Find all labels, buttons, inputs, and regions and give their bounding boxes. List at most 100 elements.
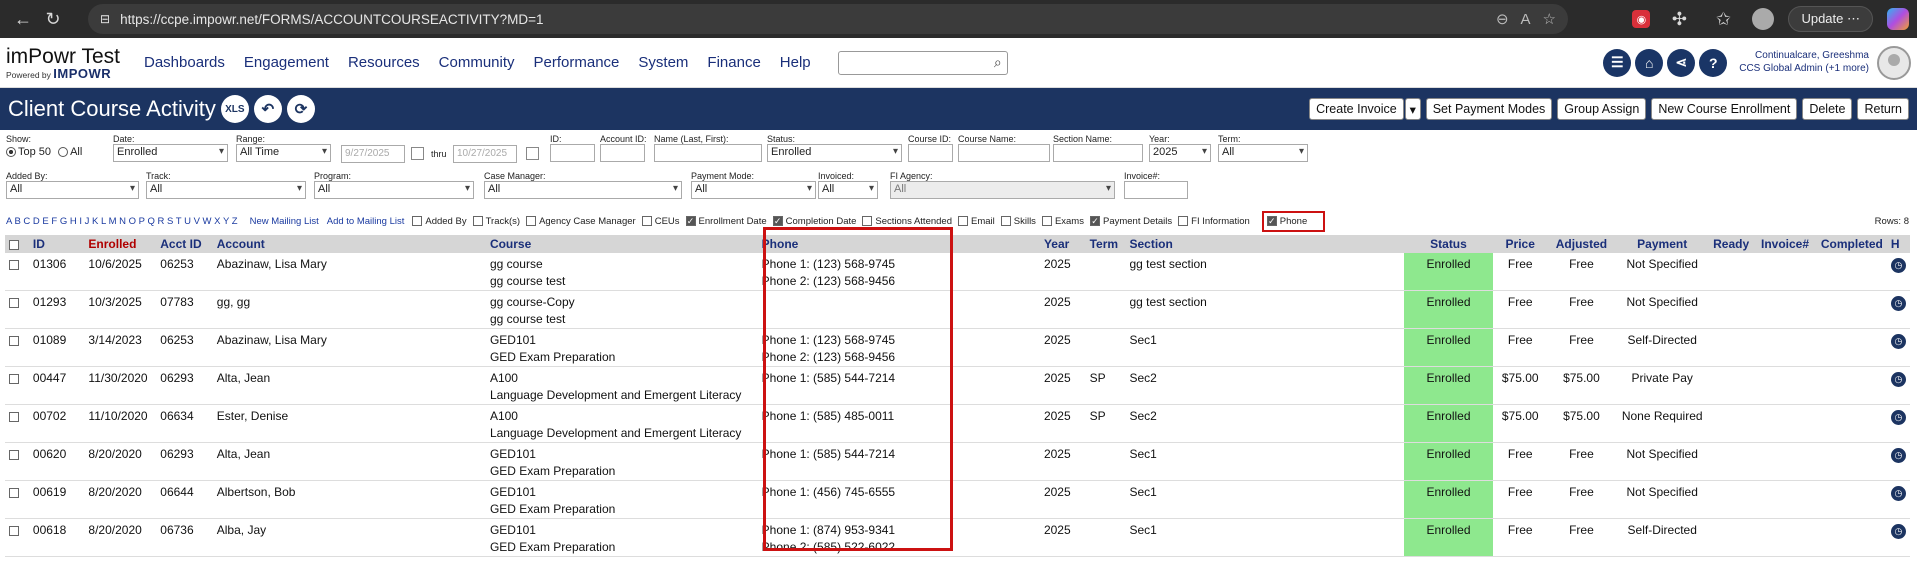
status-select[interactable]: Enrolled [767, 144, 902, 162]
fi-agency-select[interactable]: All [890, 181, 1115, 199]
cell-id[interactable]: 00447 [28, 366, 85, 405]
row-checkbox[interactable] [9, 525, 19, 536]
cell-course[interactable]: A100 Language Development and Emergent Li… [485, 366, 758, 405]
col-completed[interactable]: Completed [1816, 235, 1887, 253]
case-manager-select[interactable]: All [484, 181, 682, 199]
cell-id[interactable]: 00620 [28, 442, 85, 481]
name-input[interactable] [654, 144, 762, 162]
cell-course[interactable]: GED101 GED Exam Preparation [485, 442, 758, 481]
menu-community[interactable]: Community [439, 54, 515, 71]
toggle-checkbox-checked[interactable]: ✓ [685, 216, 696, 227]
toggle-checkbox[interactable] [1178, 216, 1189, 227]
year-select[interactable]: 2025 [1149, 144, 1211, 162]
invoice-no-input[interactable] [1124, 181, 1188, 199]
new-course-enrollment-button[interactable]: New Course Enrollment [1651, 98, 1798, 120]
user-info[interactable]: Continualcare, Greeshma CCS Global Admin… [1739, 50, 1869, 75]
sync-icon[interactable]: ⟳ [286, 95, 315, 123]
toggle-enrollment-date[interactable]: ✓ Enrollment Date [685, 216, 767, 227]
cell-id[interactable]: 00702 [28, 404, 85, 443]
profile-avatar[interactable] [1752, 8, 1775, 30]
group-assign-button[interactable]: Group Assign [1557, 98, 1647, 120]
date-select[interactable]: Enrolled [113, 144, 228, 162]
history-icon[interactable]: ◷ [1890, 410, 1906, 425]
cell-course[interactable]: GED101 GED Exam Preparation [485, 518, 758, 557]
favorite-star-icon[interactable]: ☆ [1543, 10, 1556, 28]
top50-radio[interactable] [6, 147, 16, 158]
toggle-checkbox[interactable] [472, 216, 483, 227]
history-icon[interactable]: ◷ [1890, 372, 1906, 387]
history-icon[interactable]: ◷ [1890, 334, 1906, 349]
row-checkbox[interactable] [9, 335, 19, 346]
table-row[interactable]: 00619 8/20/2020 06644 Albertson, Bob GED101 G… [5, 480, 1910, 519]
cell-course[interactable]: gg course gg course test [485, 253, 758, 291]
cell-section[interactable]: Sec1 [1125, 442, 1405, 481]
cell-account[interactable]: Albertson, Bob [212, 480, 486, 519]
home-icon[interactable]: ⌂ [1635, 48, 1664, 77]
history-icon[interactable]: ◷ [1890, 296, 1906, 311]
table-row[interactable]: 01293 10/3/2025 07783 gg, gg gg course-Copy g… [5, 290, 1910, 329]
refresh-icon[interactable]: ↻ [38, 4, 68, 34]
cell-account[interactable]: Alta, Jean [212, 442, 486, 481]
invoiced-select[interactable]: All [818, 181, 878, 199]
cell-section[interactable]: Sec2 [1125, 404, 1405, 443]
extension-icon[interactable]: ◉ [1632, 10, 1651, 28]
row-checkbox[interactable] [9, 373, 19, 384]
cell-account[interactable]: Alba, Jay [212, 518, 486, 557]
col-term[interactable]: Term [1085, 235, 1126, 253]
row-checkbox[interactable] [9, 259, 19, 270]
to-calendar-icon[interactable] [526, 147, 539, 160]
col-account[interactable]: Account [212, 235, 486, 253]
menu-performance[interactable]: Performance [534, 54, 620, 71]
toggle-checkbox[interactable] [526, 216, 537, 227]
row-checkbox[interactable] [9, 487, 19, 498]
col-course[interactable]: Course [485, 235, 758, 253]
toggle-payment-details[interactable]: ✓ Payment Details [1089, 216, 1172, 227]
logo[interactable]: imPowr Test Powered by IMPOWR [6, 46, 126, 80]
history-icon[interactable]: ◷ [1890, 448, 1906, 463]
toggle-checkbox[interactable] [958, 216, 968, 227]
alphabet-filter[interactable]: A B C D E F G H I J K L M N O P Q R S T … [6, 216, 238, 227]
cell-account[interactable]: Abazinaw, Lisa Mary [212, 328, 486, 367]
cell-id[interactable]: 01089 [28, 328, 85, 367]
table-row[interactable]: 00618 8/20/2020 06736 Alba, Jay GED101 GED Ex… [5, 518, 1910, 557]
col-payment[interactable]: Payment [1615, 235, 1710, 253]
cell-course[interactable]: gg course-Copy gg course test [485, 290, 758, 329]
toggle-ceus[interactable]: CEUs [641, 216, 680, 227]
undo-icon[interactable]: ↶ [253, 95, 282, 123]
range-select[interactable]: All Time [236, 144, 331, 162]
cell-account[interactable]: gg, gg [212, 290, 486, 329]
share-icon[interactable]: ⋖ [1667, 48, 1696, 77]
user-avatar[interactable] [1877, 45, 1911, 80]
update-button[interactable]: Update ⋯ [1788, 6, 1873, 32]
table-row[interactable]: 00702 11/10/2020 06634 Ester, Denise A100 Lan… [5, 404, 1910, 443]
course-id-input[interactable] [908, 144, 953, 162]
zoom-icon[interactable]: ⊖ [1496, 10, 1509, 28]
col-year[interactable]: Year [1039, 235, 1086, 253]
toggle-completion-date[interactable]: ✓ Completion Date [772, 216, 856, 227]
cell-id[interactable]: 01306 [28, 253, 85, 291]
col-enrolled[interactable]: Enrolled [84, 235, 157, 253]
col-invoice[interactable]: Invoice# [1756, 235, 1817, 253]
course-name-input[interactable] [958, 144, 1050, 162]
menu-system[interactable]: System [638, 54, 688, 71]
list-icon[interactable]: ☰ [1603, 48, 1632, 77]
col-h[interactable]: H [1886, 235, 1910, 253]
cell-section[interactable]: gg test section [1125, 290, 1405, 329]
menu-finance[interactable]: Finance [707, 54, 760, 71]
address-bar[interactable]: ⊟ https://ccpe.impowr.net/FORMS/ACCOUNTC… [88, 4, 1568, 34]
toggle-checkbox[interactable] [1000, 216, 1011, 227]
col-acct-id[interactable]: Acct ID [156, 235, 213, 253]
search-icon[interactable]: ⌕ [994, 54, 1002, 71]
toggle-checkbox[interactable] [641, 216, 652, 227]
toggle-tracks[interactable]: Track(s) [472, 216, 520, 227]
table-row[interactable]: 00447 11/30/2020 06293 Alta, Jean A100 Langua… [5, 366, 1910, 405]
cell-course[interactable]: GED101 GED Exam Preparation [485, 480, 758, 519]
program-select[interactable]: All [314, 181, 474, 199]
table-row[interactable]: 01306 10/6/2025 06253 Abazinaw, Lisa Mary gg… [5, 253, 1910, 291]
row-checkbox[interactable] [9, 297, 19, 308]
cell-status[interactable]: Enrolled [1404, 518, 1493, 557]
toggle-agency-case-manager[interactable]: Agency Case Manager [526, 216, 636, 227]
cell-section[interactable]: gg test section [1125, 253, 1405, 291]
new-mailing-list-link[interactable]: New Mailing List [250, 216, 319, 227]
cell-account[interactable]: Abazinaw, Lisa Mary [212, 253, 486, 291]
